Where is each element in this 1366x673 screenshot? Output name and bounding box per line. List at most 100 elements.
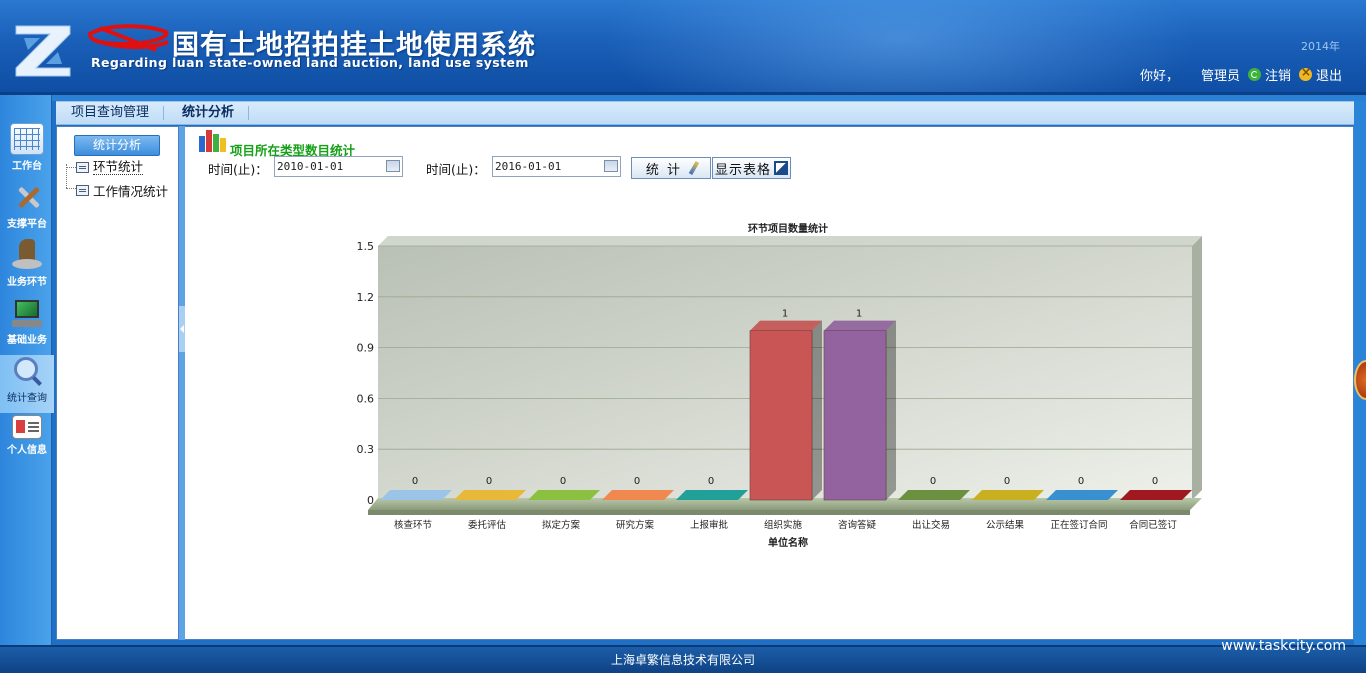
- bar-highlight: [750, 330, 812, 500]
- nav-item-workbench[interactable]: 工作台: [0, 123, 54, 181]
- bar-zero: [602, 490, 674, 500]
- data-label: 0: [1004, 476, 1010, 487]
- redaction-mark: [87, 24, 169, 52]
- list-icon: [76, 185, 89, 196]
- chart-back-top: [378, 236, 1202, 246]
- sidebar: 统计分析: [56, 126, 179, 640]
- x-tick-label: 上报审批: [690, 519, 729, 531]
- watermark: www.taskcity.com: [1221, 638, 1346, 654]
- x-tick-label: 拟定方案: [542, 519, 581, 531]
- tree-item-work-stats[interactable]: 工作情况统计: [66, 181, 168, 200]
- x-tick-label: 出让交易: [912, 519, 950, 531]
- bar-highlight: [824, 330, 886, 500]
- x-tick-label: 公示结果: [986, 519, 1025, 531]
- x-tick-label: 研究方案: [616, 519, 655, 531]
- sidebar-statistics-button[interactable]: 统计分析: [74, 135, 160, 156]
- bar-zero: [972, 490, 1044, 500]
- header: 国有土地招拍挂土地使用系统 Regarding luan state-owned…: [0, 0, 1366, 95]
- bar-chart: 环节项目数量统计 0 0.3 0.6 0.9 1.2 1.5 0 核查环节 0 委托评估 0 拟定方案 0…: [357, 222, 1202, 549]
- exit-link[interactable]: 退出: [1316, 65, 1342, 84]
- y-tick-label: 0.6: [357, 392, 375, 405]
- calendar-icon[interactable]: [386, 160, 400, 172]
- chart-floor-edge: [368, 510, 1190, 515]
- x-axis-title: 单位名称: [768, 536, 808, 549]
- nav-item-support[interactable]: 支撑平台: [0, 181, 54, 239]
- from-date-field[interactable]: 2010-01-01: [274, 156, 403, 177]
- data-label: 0: [412, 476, 418, 487]
- bar-top: [824, 320, 896, 331]
- exit-icon: [1298, 65, 1312, 81]
- top-menu-bar: 项目查询管理 统计分析: [56, 101, 1354, 125]
- app-subtitle: Regarding luan state-owned land auction,…: [91, 55, 529, 70]
- data-label: 0: [634, 476, 640, 487]
- nav-item-basic[interactable]: 基础业务: [0, 297, 54, 355]
- tree-label: 工作情况统计: [93, 184, 169, 199]
- bar-chart-icon: [199, 130, 226, 152]
- data-label: 0: [930, 476, 936, 487]
- to-date-field[interactable]: 2016-01-01: [492, 156, 621, 177]
- greeting: 你好，: [1139, 69, 1179, 84]
- statistics-button[interactable]: 统 计: [631, 157, 711, 179]
- data-label: 1: [856, 309, 862, 320]
- nav-item-business[interactable]: 业务环节: [0, 239, 54, 297]
- y-tick-label: 1.5: [357, 240, 375, 253]
- nav-item-statistics[interactable]: 统计查询: [0, 355, 54, 413]
- nav-label: 基础业务: [7, 335, 47, 346]
- data-label: 0: [708, 476, 714, 487]
- tab-statistics[interactable]: 统计分析: [164, 106, 250, 120]
- tree-label: 环节统计: [93, 159, 144, 175]
- tools-icon: [10, 181, 44, 213]
- system-logo: [15, 25, 71, 77]
- from-date-label: 时间(止)：: [208, 162, 268, 177]
- user-bar: 你好， 管理员 注销 退出: [1140, 65, 1342, 84]
- chart-side-wall: [1192, 236, 1202, 500]
- bar-top: [750, 320, 822, 331]
- to-date-label: 时间(止)：: [426, 162, 486, 177]
- data-label: 0: [1152, 476, 1158, 487]
- bar-zero: [454, 490, 526, 500]
- x-tick-label: 合同已签订: [1129, 519, 1177, 531]
- nav-label: 支撑平台: [7, 219, 47, 230]
- to-date-value: 2016-01-01: [495, 160, 562, 173]
- logout-link[interactable]: 注销: [1265, 65, 1291, 84]
- data-label: 0: [486, 476, 492, 487]
- x-tick-label: 组织实施: [764, 519, 803, 531]
- calendar-icon[interactable]: [604, 160, 618, 172]
- statistics-button-label: 统 计: [645, 162, 683, 178]
- nav-label: 统计查询: [7, 393, 47, 404]
- from-date-value: 2010-01-01: [277, 160, 344, 173]
- x-tick-label: 正在签订合同: [1050, 519, 1107, 531]
- tab-project-query[interactable]: 项目查询管理: [57, 106, 165, 120]
- show-table-button[interactable]: 显示表格: [712, 157, 791, 179]
- bar-zero: [380, 490, 452, 500]
- nav-item-profile[interactable]: 个人信息: [0, 415, 54, 473]
- bar-zero: [1120, 490, 1192, 500]
- year-label: 2014年: [1301, 40, 1340, 53]
- id-card-icon: [12, 415, 42, 439]
- data-label: 1: [782, 309, 788, 320]
- tree-item-stage-stats[interactable]: 环节统计: [66, 159, 144, 175]
- list-icon: [76, 162, 89, 173]
- calendar-grid-icon: [10, 123, 44, 155]
- user-name: 管理员: [1200, 69, 1240, 84]
- y-tick-label: 0.3: [357, 443, 375, 456]
- monitor-icon: [10, 297, 44, 329]
- x-tick-label: 核查环节: [394, 519, 432, 531]
- show-table-button-label: 显示表格: [714, 162, 771, 178]
- nav-label: 业务环节: [7, 277, 47, 288]
- refresh-icon: [1247, 68, 1261, 81]
- x-tick-label: 咨询答疑: [838, 519, 877, 531]
- footer-company: 上海卓繁信息技术有限公司: [610, 653, 755, 667]
- nav-label: 个人信息: [7, 445, 47, 456]
- table-toggle-icon: [774, 161, 788, 175]
- bar-zero: [676, 490, 748, 500]
- bar-side: [812, 320, 822, 500]
- chess-knight-icon: [10, 239, 44, 271]
- bar-zero: [528, 490, 600, 500]
- bar-zero: [1046, 490, 1118, 500]
- data-label: 0: [560, 476, 566, 487]
- magnifier-chart-icon: [10, 355, 44, 387]
- bar-zero: [898, 490, 970, 500]
- data-label: 0: [1078, 476, 1084, 487]
- left-nav: 工作台 支撑平台 业务环节 基础业务 统计查询 个人信息: [0, 95, 54, 645]
